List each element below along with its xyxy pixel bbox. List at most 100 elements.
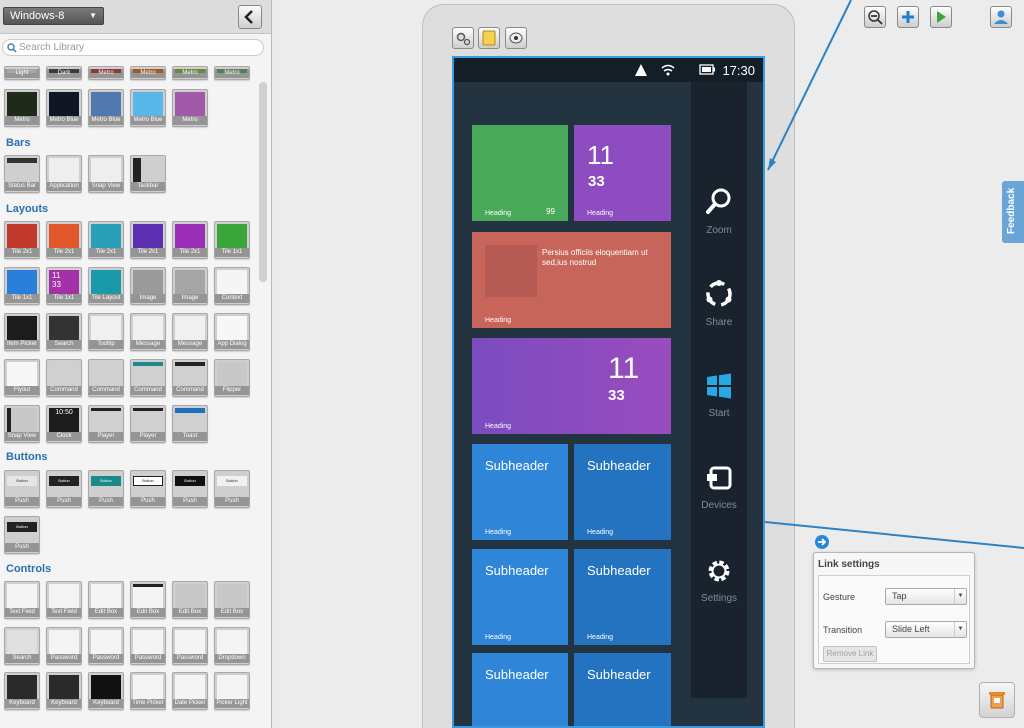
zoom-out-button[interactable] xyxy=(864,6,886,28)
library-item[interactable]: Snap View xyxy=(4,405,40,443)
charm-devices[interactable]: Devices xyxy=(691,463,747,511)
library-item[interactable]: Metro Blue xyxy=(46,89,82,127)
library-item[interactable]: Message xyxy=(130,313,166,351)
library-item[interactable]: Text Field xyxy=(46,581,82,619)
preview-tool-button[interactable] xyxy=(505,27,527,49)
library-item[interactable]: Button Push xyxy=(4,516,40,554)
play-button[interactable] xyxy=(930,6,952,28)
library-item[interactable]: Command xyxy=(88,359,124,397)
library-item[interactable]: Context xyxy=(214,267,250,305)
library-item[interactable]: Toast xyxy=(172,405,208,443)
library-item[interactable]: Item Picker xyxy=(4,313,40,351)
library-item[interactable]: Tile Layout xyxy=(88,267,124,305)
library-item[interactable]: Button Push xyxy=(130,470,166,508)
library-item[interactable]: Metro xyxy=(214,66,250,80)
library-item[interactable]: Tile 2x1 xyxy=(88,221,124,259)
charm-start[interactable]: Start xyxy=(691,371,747,419)
library-item[interactable]: Light xyxy=(4,66,40,80)
library-item[interactable]: Player xyxy=(130,405,166,443)
tile-blue[interactable]: Subheader Heading xyxy=(472,444,568,540)
library-item[interactable]: Metro xyxy=(172,89,208,127)
remove-link-button[interactable]: Remove Link xyxy=(823,646,877,662)
library-item[interactable]: Edit Box xyxy=(214,581,250,619)
library-item[interactable]: Tile 2x1 xyxy=(130,221,166,259)
library-item[interactable]: Password xyxy=(130,627,166,665)
tile-blue[interactable]: Subheader Heading xyxy=(574,444,671,540)
tile-blue[interactable]: Subheader xyxy=(574,653,671,726)
library-item[interactable]: Date Picker xyxy=(172,672,208,710)
library-item[interactable]: Metro xyxy=(130,66,166,80)
library-item[interactable]: 10:50 Clock xyxy=(46,405,82,443)
library-item[interactable]: Password xyxy=(46,627,82,665)
library-item[interactable]: Button Push xyxy=(4,470,40,508)
tile-green[interactable]: Heading 99 xyxy=(472,125,568,221)
library-item[interactable]: Time Picker xyxy=(130,672,166,710)
library-item[interactable]: Command xyxy=(46,359,82,397)
library-item[interactable]: Metro xyxy=(172,66,208,80)
library-item[interactable]: Button Push xyxy=(46,470,82,508)
library-item[interactable]: Text Field xyxy=(4,581,40,619)
add-button[interactable] xyxy=(897,6,919,28)
library-item[interactable]: Keyboard xyxy=(88,672,124,710)
transition-select[interactable]: Slide Left ▼ xyxy=(885,621,967,638)
library-item[interactable]: Tile 2x1 xyxy=(172,221,208,259)
settings-tool-button[interactable] xyxy=(452,27,474,49)
library-item[interactable]: Command xyxy=(172,359,208,397)
library-item[interactable]: Tile 2x1 xyxy=(46,221,82,259)
library-item[interactable]: Application xyxy=(46,155,82,193)
tile-wide-salmon[interactable]: Persius officiis eloquentiam ut sed,ius … xyxy=(472,232,671,328)
library-search-input[interactable]: Search Library xyxy=(2,39,264,56)
library-item[interactable]: Search xyxy=(46,313,82,351)
theme-select[interactable]: Windows-8 ▼ xyxy=(3,7,104,25)
library-item[interactable]: Metro xyxy=(88,66,124,80)
library-item[interactable]: Snap View xyxy=(88,155,124,193)
library-item[interactable]: Button Push xyxy=(214,470,250,508)
tile-blue[interactable]: Subheader Heading xyxy=(574,549,671,645)
library-item[interactable]: Player xyxy=(88,405,124,443)
library-item[interactable]: Button Push xyxy=(172,470,208,508)
library-item[interactable]: Command xyxy=(130,359,166,397)
tile-blue[interactable]: Subheader xyxy=(472,653,568,726)
library-item[interactable]: Keyboard xyxy=(46,672,82,710)
library-item[interactable]: Keyboard xyxy=(4,672,40,710)
library-item[interactable]: Search xyxy=(4,627,40,665)
library-item[interactable]: Image xyxy=(172,267,208,305)
library-item[interactable]: Tooltip xyxy=(88,313,124,351)
feedback-tab[interactable]: Feedback xyxy=(1002,181,1024,243)
library-item[interactable]: Password xyxy=(172,627,208,665)
library-item[interactable]: Flipper xyxy=(214,359,250,397)
tile-wide-purple[interactable]: 11 33 Heading xyxy=(472,338,671,434)
library-item[interactable]: Metro Blue xyxy=(130,89,166,127)
charm-share[interactable]: Share xyxy=(691,278,747,328)
library-item[interactable]: Tile 1x1 xyxy=(214,221,250,259)
library-item[interactable]: Flyout xyxy=(4,359,40,397)
library-item[interactable]: Edit Box xyxy=(172,581,208,619)
library-item[interactable]: Button Push xyxy=(88,470,124,508)
library-item[interactable]: Picker Light xyxy=(214,672,250,710)
library-item[interactable]: Metro Blue xyxy=(88,89,124,127)
library-item[interactable]: Edit Box xyxy=(88,581,124,619)
library-scrollbar[interactable] xyxy=(259,82,267,282)
note-tool-button[interactable] xyxy=(478,27,500,49)
gesture-select[interactable]: Tap ▼ xyxy=(885,588,967,605)
library-item[interactable]: Metro xyxy=(4,89,40,127)
link-anchor-button[interactable] xyxy=(815,535,829,549)
tile-purple-small[interactable]: 11 33 Heading xyxy=(574,125,671,221)
device-screen[interactable]: 17:30 Heading 99 11 33 Heading Persius o… xyxy=(452,56,765,728)
library-item[interactable]: Edit Box xyxy=(130,581,166,619)
collapse-library-button[interactable] xyxy=(238,5,262,29)
library-item[interactable]: Message xyxy=(172,313,208,351)
library-item[interactable]: Dark xyxy=(46,66,82,80)
library-item[interactable]: 11 33 Tile 1x1 xyxy=(46,267,82,305)
library-item[interactable]: Password xyxy=(88,627,124,665)
tile-blue[interactable]: Subheader Heading xyxy=(472,549,568,645)
library-item[interactable]: Tile 1x1 xyxy=(4,267,40,305)
library-item[interactable]: Dropdown xyxy=(214,627,250,665)
library-item[interactable]: Status Bar xyxy=(4,155,40,193)
library-item[interactable]: Taskbar xyxy=(130,155,166,193)
charm-zoom[interactable]: Zoom xyxy=(691,186,747,236)
delete-button[interactable] xyxy=(979,682,1015,718)
user-button[interactable] xyxy=(990,6,1012,28)
charm-settings[interactable]: Settings xyxy=(691,556,747,604)
library-item[interactable]: Image xyxy=(130,267,166,305)
